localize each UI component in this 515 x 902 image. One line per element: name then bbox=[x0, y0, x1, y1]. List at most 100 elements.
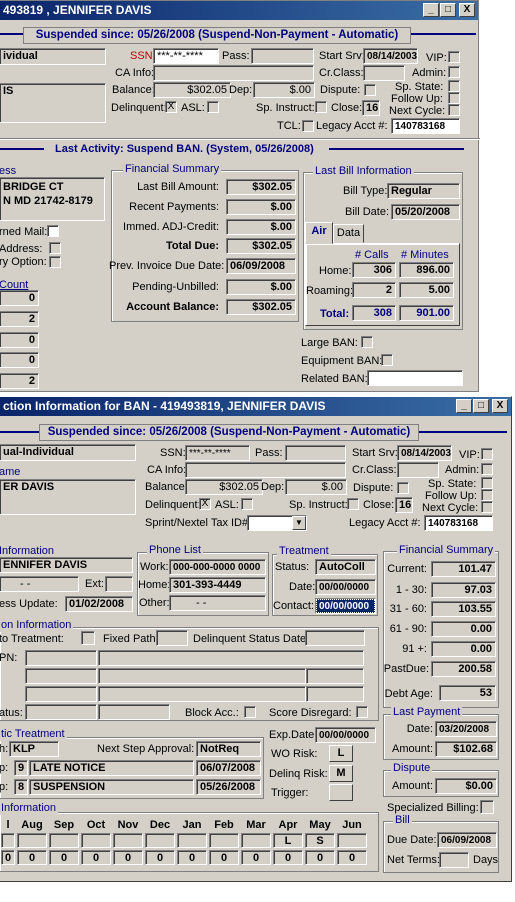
chevron-down-icon[interactable]: ▼ bbox=[292, 516, 306, 530]
delinquent-checkbox[interactable]: X bbox=[165, 101, 177, 113]
related-ban-label: Related BAN: bbox=[301, 373, 368, 385]
returned-mail-label: rned Mail: bbox=[0, 226, 48, 238]
tcl-label: TCL: bbox=[277, 120, 301, 132]
next-cycle-label: Next Cycle: bbox=[389, 105, 446, 117]
delinquent-label: Delinquent: bbox=[145, 499, 201, 511]
total-label: Total: bbox=[320, 308, 350, 320]
maximize-button[interactable]: □ bbox=[473, 399, 489, 413]
window-title-bar[interactable]: ction Information for BAN - 419493819, J… bbox=[0, 397, 511, 416]
contact-info-title: Information bbox=[0, 545, 55, 557]
vip-label: VIP: bbox=[426, 52, 447, 64]
last-bill-info-title: Last Bill Information bbox=[313, 165, 414, 178]
dispute-checkbox[interactable] bbox=[397, 482, 409, 494]
address-update-label: ess Update: bbox=[0, 598, 58, 610]
row2-field-2 bbox=[98, 668, 306, 684]
row2-field-3 bbox=[306, 668, 364, 684]
minimize-button[interactable]: _ bbox=[423, 3, 439, 17]
window-title-bar[interactable]: 493819 , JENNIFER DAVIS _ □ X bbox=[0, 1, 478, 20]
pending-unbilled-field: $.00 bbox=[226, 279, 296, 295]
legacy-label: Legacy Acct #: bbox=[349, 517, 421, 529]
vip-checkbox[interactable] bbox=[448, 51, 460, 63]
banner-rule-right bbox=[411, 33, 476, 35]
minimize-button[interactable]: _ bbox=[456, 399, 472, 413]
aging-1-30-field: 97.03 bbox=[431, 582, 496, 598]
pending-unbilled-label: Pending-Unbilled: bbox=[132, 281, 219, 293]
wo-risk-button[interactable]: L bbox=[329, 745, 353, 762]
admin-checkbox[interactable] bbox=[448, 66, 460, 78]
due-date-field: 06/09/2008 bbox=[437, 832, 497, 848]
month-header: May bbox=[309, 819, 331, 831]
month-header: l bbox=[6, 819, 10, 831]
large-ban-checkbox[interactable] bbox=[361, 336, 373, 348]
close-button[interactable]: X bbox=[492, 399, 508, 413]
sp-instruct-checkbox[interactable] bbox=[347, 498, 359, 510]
asl-checkbox[interactable] bbox=[241, 498, 253, 510]
next-step-label: Next Step Approval: bbox=[97, 743, 195, 755]
trigger-button[interactable] bbox=[329, 784, 353, 801]
step1-name: LATE NOTICE bbox=[29, 760, 194, 776]
contact-label: Contact: bbox=[273, 600, 314, 612]
immed-adj-field: $.00 bbox=[226, 219, 296, 235]
dispute-checkbox[interactable] bbox=[364, 84, 376, 96]
address-line-2: N MD 21742-8179 bbox=[3, 195, 93, 207]
dispute-label: Dispute: bbox=[353, 482, 394, 494]
asl-checkbox[interactable] bbox=[207, 101, 219, 113]
cr-class-field bbox=[397, 462, 439, 478]
start-srv-label: Start Srv: bbox=[352, 447, 398, 459]
returned-mail-checkbox[interactable] bbox=[47, 225, 59, 237]
related-ban-field[interactable] bbox=[367, 370, 463, 386]
equipment-ban-checkbox[interactable] bbox=[381, 354, 393, 366]
follow-up-checkbox[interactable] bbox=[481, 489, 493, 501]
minutes-header: # Minutes bbox=[401, 249, 449, 261]
delinq-risk-button[interactable]: M bbox=[329, 765, 353, 782]
month-flag: S bbox=[305, 833, 335, 848]
pass-field[interactable] bbox=[285, 445, 346, 461]
start-srv-label: Start Srv: bbox=[319, 50, 365, 62]
maximize-button[interactable]: □ bbox=[440, 3, 456, 17]
specialized-billing-checkbox[interactable] bbox=[480, 800, 494, 814]
aging-91-label: 91 +: bbox=[402, 643, 427, 655]
address-checkbox[interactable] bbox=[49, 242, 61, 254]
ssn-field[interactable]: ***-**-**** bbox=[153, 48, 219, 64]
aging-31-60-field: 103.55 bbox=[431, 601, 496, 617]
recent-payments-label: Recent Payments: bbox=[129, 201, 219, 213]
row3-field-2 bbox=[98, 686, 306, 702]
balance-field: $302.05 bbox=[153, 82, 231, 98]
tab-air[interactable]: Air bbox=[305, 222, 333, 244]
sp-instruct-checkbox[interactable] bbox=[315, 101, 327, 113]
admin-checkbox[interactable] bbox=[481, 463, 493, 475]
sp-state-checkbox[interactable] bbox=[481, 477, 493, 489]
pass-field[interactable] bbox=[251, 48, 314, 64]
contact-date-field[interactable]: 00/00/0000 bbox=[315, 598, 376, 614]
sp-state-checkbox[interactable] bbox=[448, 80, 460, 92]
pn-field-1 bbox=[25, 650, 97, 666]
follow-up-checkbox[interactable] bbox=[448, 92, 460, 104]
delinquent-checkbox[interactable]: X bbox=[199, 498, 211, 510]
legacy-field: 140783168 bbox=[424, 515, 493, 531]
path-field: KLP bbox=[9, 741, 59, 757]
tab-data[interactable]: Data bbox=[333, 224, 364, 243]
block-acc-checkbox[interactable] bbox=[244, 706, 256, 718]
roaming-label: Roaming: bbox=[306, 285, 354, 297]
ca-info-label: CA Info: bbox=[147, 464, 187, 476]
next-cycle-label: Next Cycle: bbox=[422, 502, 479, 514]
fixed-path-field bbox=[156, 630, 188, 646]
sprint-tax-id-combo[interactable]: ▼ bbox=[247, 515, 307, 531]
legacy-checkbox[interactable] bbox=[302, 120, 314, 132]
vip-checkbox[interactable] bbox=[481, 448, 493, 460]
month-header: Jan bbox=[182, 819, 202, 831]
score-disregard-checkbox[interactable] bbox=[356, 706, 368, 718]
ry-option-checkbox[interactable] bbox=[49, 256, 61, 268]
next-cycle-checkbox[interactable] bbox=[448, 104, 460, 116]
next-cycle-checkbox[interactable] bbox=[481, 501, 493, 513]
name-label: ame bbox=[0, 466, 21, 478]
close-button[interactable]: X bbox=[459, 3, 475, 17]
recent-payments-field: $.00 bbox=[226, 199, 296, 215]
ext-field[interactable] bbox=[105, 576, 133, 592]
current-label: Current: bbox=[387, 563, 427, 575]
to-treatment-checkbox[interactable] bbox=[81, 631, 95, 645]
bill-title: Bill bbox=[393, 814, 412, 827]
month-value: 0 bbox=[177, 850, 207, 865]
close-label: Close: bbox=[331, 102, 363, 114]
sp-instruct-label: Sp. Instruct: bbox=[256, 102, 315, 114]
